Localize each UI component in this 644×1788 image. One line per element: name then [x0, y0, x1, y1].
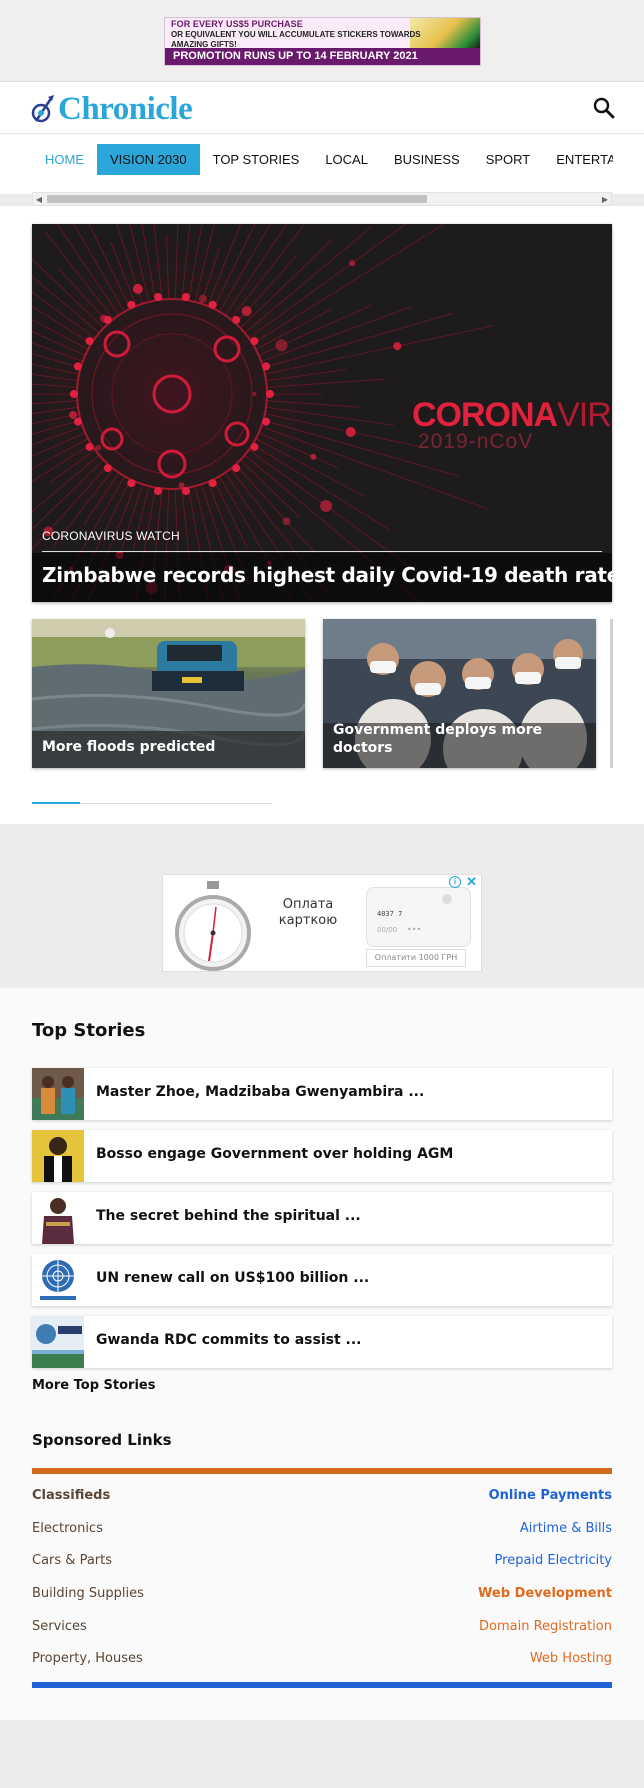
sponsored-row: Classifieds Online Payments	[32, 1488, 612, 1508]
scroll-left-arrow-icon[interactable]: ◀	[34, 195, 44, 205]
sponsored-links-heading: Sponsored Links	[32, 1431, 172, 1449]
list-item[interactable]: Gwanda RDC commits to assist ...	[32, 1316, 612, 1368]
nav-scrollbar[interactable]: ◀ ▶	[32, 192, 612, 206]
hero-story[interactable]: CORONAVIRUS 2019-nCoV	[32, 224, 612, 602]
list-item[interactable]: Master Zhoe, Madzibaba Gwenyambira ...	[32, 1068, 612, 1120]
nav-scroll-thumb[interactable]	[47, 195, 427, 203]
search-icon[interactable]	[592, 96, 616, 120]
close-icon[interactable]: ✕	[466, 875, 477, 890]
site-header: Chronicle	[0, 82, 644, 134]
site-logo[interactable]: Chronicle	[30, 90, 193, 128]
logo-icon	[31, 95, 54, 123]
sponsored-link-left[interactable]: Cars & Parts	[32, 1553, 112, 1568]
ad-card-illustration: 4037 7 00/00 •••	[366, 887, 471, 947]
story-card-next-edge[interactable]	[610, 619, 613, 768]
carousel-indicator[interactable]	[32, 802, 80, 804]
story-card-floods[interactable]: More floods predicted	[32, 619, 305, 768]
sponsored-row: Electronics Airtime & Bills	[32, 1521, 612, 1541]
nav-item-sport[interactable]: SPORT	[473, 144, 544, 175]
sponsored-row: Property, Houses Web Hosting	[32, 1651, 612, 1671]
story-title[interactable]: UN renew call on US$100 billion ...	[96, 1270, 369, 1286]
stopwatch-icon	[175, 881, 251, 971]
sponsored-link-right[interactable]: Prepaid Electricity	[495, 1553, 612, 1568]
top-stories-heading: Top Stories	[32, 1020, 146, 1041]
story-thumbnail	[32, 1068, 84, 1120]
list-item[interactable]: UN renew call on US$100 billion ...	[32, 1254, 612, 1306]
story-thumbnail	[32, 1316, 84, 1368]
ad-card-exp: 00/00	[377, 926, 398, 934]
nav-item-home[interactable]: HOME	[32, 144, 97, 175]
mid-ad-banner[interactable]: Оплата карткою 4037 7 00/00 ••• Оплатити…	[162, 874, 482, 972]
nav-item-vision-2030[interactable]: VISION 2030	[97, 144, 200, 175]
sponsored-link-right[interactable]: Airtime & Bills	[520, 1521, 612, 1536]
sponsored-link-right[interactable]: Online Payments	[489, 1488, 612, 1503]
scroll-right-arrow-icon[interactable]: ▶	[600, 195, 610, 205]
ad-pay-text: Оплата карткою	[278, 897, 338, 928]
story-thumbnail	[32, 1130, 84, 1182]
top-ad-banner[interactable]: FOR EVERY US$5 PURCHASE OR EQUIVALENT YO…	[164, 17, 481, 66]
ad-pay-button[interactable]: Оплатити 1000 ГРН	[366, 949, 466, 967]
card-title[interactable]: Government deploys more doctors	[333, 721, 573, 757]
united-nations-logo	[32, 1254, 84, 1306]
ad-line-1: FOR EVERY US$5 PURCHASE	[171, 19, 303, 29]
story-title[interactable]: Master Zhoe, Madzibaba Gwenyambira ...	[96, 1084, 424, 1100]
sponsored-link-right[interactable]: Web Hosting	[530, 1651, 612, 1666]
hero-title[interactable]: Zimbabwe records highest daily Covid-19 …	[42, 563, 620, 587]
sponsored-link-left[interactable]: Classifieds	[32, 1488, 110, 1503]
logo-text: Chronicle	[58, 90, 193, 127]
nav-list: HOME VISION 2030 TOP STORIES LOCAL BUSIN…	[32, 144, 613, 175]
footer-band	[0, 1720, 644, 1788]
nav-item-entertainment[interactable]: ENTERTAINMENT	[543, 144, 613, 175]
story-title[interactable]: The secret behind the spiritual ...	[96, 1208, 361, 1224]
story-card-doctors[interactable]: Government deploys more doctors	[323, 619, 596, 768]
ad-card-number: 4037 7	[377, 910, 403, 918]
story-title[interactable]: Bosso engage Government over holding AGM	[96, 1146, 453, 1162]
nav-item-business[interactable]: BUSINESS	[381, 144, 473, 175]
ad-card-cvv: •••	[407, 925, 422, 934]
sponsored-link-right[interactable]: Web Development	[478, 1586, 612, 1601]
more-top-stories-link[interactable]: More Top Stories	[32, 1378, 155, 1393]
card-title[interactable]: More floods predicted	[42, 738, 215, 756]
story-thumbnail	[32, 1192, 84, 1244]
nav-item-local[interactable]: LOCAL	[312, 144, 381, 175]
ad-promo-text: PROMOTION RUNS UP TO 14 FEBRUARY 2021	[165, 48, 480, 65]
nav-item-top-stories[interactable]: TOP STORIES	[200, 144, 313, 175]
sponsored-row: Cars & Parts Prepaid Electricity	[32, 1553, 612, 1573]
list-item[interactable]: Bosso engage Government over holding AGM	[32, 1130, 612, 1182]
hero-divider	[42, 551, 602, 552]
sponsored-link-right[interactable]: Domain Registration	[479, 1619, 612, 1634]
list-item[interactable]: The secret behind the spiritual ...	[32, 1192, 612, 1244]
info-icon[interactable]: i	[449, 876, 461, 888]
sponsored-row: Services Domain Registration	[32, 1619, 612, 1639]
ad-line-2: OR EQUIVALENT YOU WILL ACCUMULATE STICKE…	[171, 30, 421, 39]
card-dot	[442, 894, 452, 904]
sponsored-link-left[interactable]: Building Supplies	[32, 1586, 144, 1601]
sponsored-row: Building Supplies Web Development	[32, 1586, 612, 1606]
hero-category[interactable]: CORONAVIRUS WATCH	[42, 529, 180, 543]
sponsored-top-bar	[32, 1468, 612, 1474]
story-title[interactable]: Gwanda RDC commits to assist ...	[96, 1332, 361, 1348]
sponsored-link-left[interactable]: Services	[32, 1619, 87, 1634]
nav-viewport: HOME VISION 2030 TOP STORIES LOCAL BUSIN…	[32, 144, 613, 184]
sponsored-bottom-bar	[32, 1682, 612, 1688]
sponsored-link-left[interactable]: Property, Houses	[32, 1651, 143, 1666]
sponsored-link-left[interactable]: Electronics	[32, 1521, 103, 1536]
hero-image-subword: 2019-nCoV	[418, 430, 534, 453]
